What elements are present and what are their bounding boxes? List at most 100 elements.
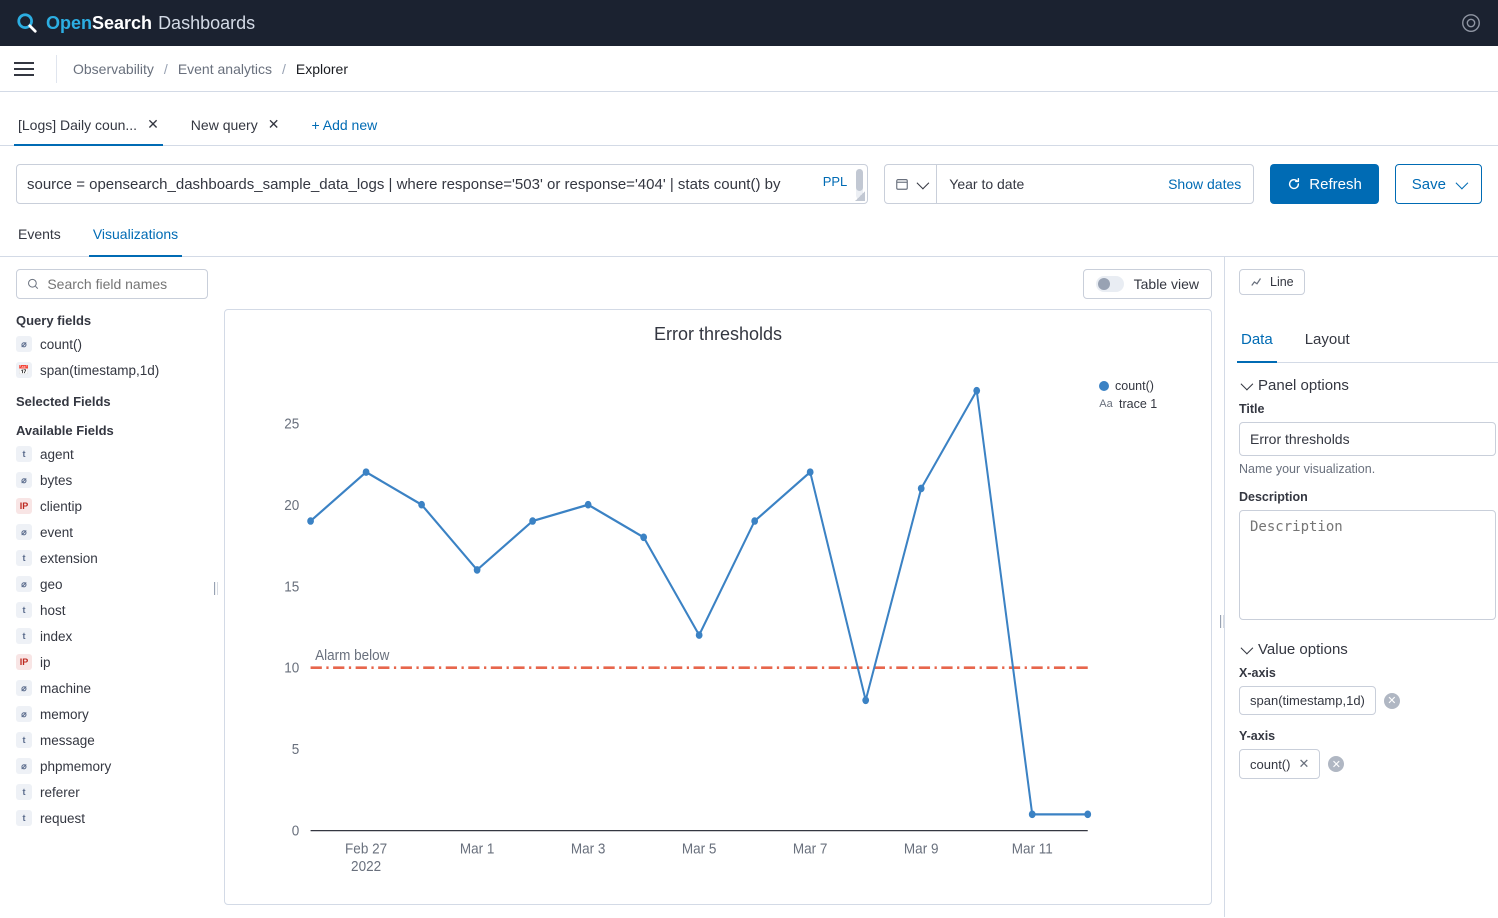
tab-events[interactable]: Events	[16, 212, 63, 256]
line-chart-svg: 0510152025Feb 272022Mar 1Mar 3Mar 5Mar 7…	[243, 349, 1099, 894]
breadcrumb-item[interactable]: Observability	[73, 61, 154, 77]
panel-options-header[interactable]: Panel options	[1239, 377, 1498, 394]
query-tab[interactable]: New query ✕	[189, 102, 282, 145]
visualization-panel: Table view Error thresholds 0510152025Fe…	[218, 257, 1224, 917]
yaxis-field-pill[interactable]: count()✕	[1239, 749, 1320, 779]
close-tab-icon[interactable]: ✕	[268, 116, 280, 133]
title-input[interactable]	[1239, 422, 1496, 456]
section-selected-fields: Selected Fields	[16, 394, 208, 409]
ppl-badge[interactable]: PPL	[823, 174, 848, 189]
chart-plot[interactable]: 0510152025Feb 272022Mar 1Mar 3Mar 5Mar 7…	[243, 349, 1099, 894]
field-search-input[interactable]	[47, 276, 197, 292]
field-item[interactable]: ⌀bytes	[16, 470, 208, 490]
tab-visualizations[interactable]: Visualizations	[91, 212, 180, 256]
field-item[interactable]: treferer	[16, 782, 208, 802]
save-button[interactable]: Save	[1395, 164, 1482, 204]
svg-text:25: 25	[284, 416, 299, 433]
field-item[interactable]: tmessage	[16, 730, 208, 750]
remove-pill-icon[interactable]: ✕	[1298, 756, 1309, 772]
field-item[interactable]: ⌀phpmemory	[16, 756, 208, 776]
field-name: geo	[40, 577, 63, 592]
title-label: Title	[1239, 402, 1498, 416]
table-view-toggle[interactable]: Table view	[1083, 269, 1212, 299]
breadcrumb-item[interactable]: Event analytics	[178, 61, 272, 77]
switch[interactable]	[1096, 276, 1124, 292]
field-item[interactable]: trequest	[16, 808, 208, 828]
calendar-icon	[895, 177, 909, 191]
legend-item[interactable]: Aatrace 1	[1099, 397, 1193, 411]
type-badge: t	[16, 810, 32, 826]
description-input[interactable]	[1239, 510, 1496, 620]
add-tab-button[interactable]: + Add new	[309, 103, 379, 145]
field-name: index	[40, 629, 72, 644]
divider	[56, 55, 57, 83]
config-tabs: Data Layout	[1239, 317, 1498, 363]
field-item[interactable]: thost	[16, 600, 208, 620]
search-icon	[27, 277, 39, 291]
svg-text:15: 15	[284, 579, 299, 596]
nav-toggle-button[interactable]	[12, 57, 36, 81]
refresh-label: Refresh	[1309, 176, 1362, 193]
remove-yaxis-button[interactable]: ✕	[1328, 756, 1344, 772]
query-tab[interactable]: [Logs] Daily coun... ✕	[16, 102, 161, 145]
chart-title: Error thresholds	[243, 324, 1193, 345]
type-badge: ⌀	[16, 524, 32, 540]
help-icon[interactable]	[1460, 12, 1482, 34]
type-badge: ⌀	[16, 758, 32, 774]
field-item[interactable]: ⌀event	[16, 522, 208, 542]
svg-text:Mar 1: Mar 1	[460, 841, 495, 858]
opensearch-logo-icon	[16, 12, 38, 34]
legend-marker	[1099, 381, 1109, 391]
show-dates-link[interactable]: Show dates	[1156, 165, 1253, 203]
chart-card: Error thresholds 0510152025Feb 272022Mar…	[224, 309, 1212, 905]
tab-data[interactable]: Data	[1239, 317, 1275, 362]
close-tab-icon[interactable]: ✕	[147, 116, 159, 133]
fields-sidebar: Query fields ⌀count() 📅span(timestamp,1d…	[0, 257, 218, 917]
tab-layout[interactable]: Layout	[1303, 317, 1352, 362]
description-label: Description	[1239, 490, 1498, 504]
type-badge: ⌀	[16, 680, 32, 696]
query-editor[interactable]: PPL	[16, 164, 868, 204]
field-item[interactable]: ⌀count()	[16, 334, 208, 354]
field-item[interactable]: tindex	[16, 626, 208, 646]
chevron-down-icon	[1454, 176, 1465, 193]
controls-row: PPL Year to date Show dates Refresh Save	[0, 146, 1498, 212]
field-name: referer	[40, 785, 80, 800]
field-item[interactable]: IPclientip	[16, 496, 208, 516]
svg-text:Alarm below: Alarm below	[315, 647, 390, 664]
query-input[interactable]	[27, 173, 811, 195]
remove-xaxis-button[interactable]: ✕	[1384, 693, 1400, 709]
svg-text:Mar 3: Mar 3	[571, 841, 606, 858]
value-options-label: Value options	[1258, 641, 1348, 658]
field-item[interactable]: ⌀memory	[16, 704, 208, 724]
field-name: host	[40, 603, 66, 618]
viz-type-selector[interactable]: Line	[1239, 269, 1305, 295]
type-badge: ⌀	[16, 336, 32, 352]
legend-item[interactable]: count()	[1099, 379, 1193, 393]
type-badge: ⌀	[16, 706, 32, 722]
time-range-display[interactable]: Year to date	[937, 165, 1156, 203]
calendar-button[interactable]	[885, 165, 937, 203]
panel-options-label: Panel options	[1258, 377, 1349, 394]
query-tab-label: New query	[191, 117, 258, 133]
xaxis-field-pill[interactable]: span(timestamp,1d)	[1239, 686, 1376, 715]
field-name: extension	[40, 551, 98, 566]
resize-handle[interactable]	[855, 191, 865, 201]
value-options-header[interactable]: Value options	[1239, 641, 1498, 658]
type-badge: IP	[16, 654, 32, 670]
field-search[interactable]	[16, 269, 208, 299]
breadcrumb-sep: /	[164, 61, 168, 77]
field-name: ip	[40, 655, 51, 670]
field-name: span(timestamp,1d)	[40, 363, 159, 378]
field-item[interactable]: tagent	[16, 444, 208, 464]
field-item[interactable]: 📅span(timestamp,1d)	[16, 360, 208, 380]
svg-text:Feb 27: Feb 27	[345, 841, 387, 858]
field-item[interactable]: textension	[16, 548, 208, 568]
field-name: machine	[40, 681, 91, 696]
field-item[interactable]: IP ip	[16, 652, 208, 672]
field-item[interactable]: ⌀ machine	[16, 678, 208, 698]
legend-label: count()	[1115, 379, 1154, 393]
field-item[interactable]: ⌀geo	[16, 574, 208, 594]
section-available-fields: Available Fields	[16, 423, 208, 438]
refresh-button[interactable]: Refresh	[1270, 164, 1379, 204]
